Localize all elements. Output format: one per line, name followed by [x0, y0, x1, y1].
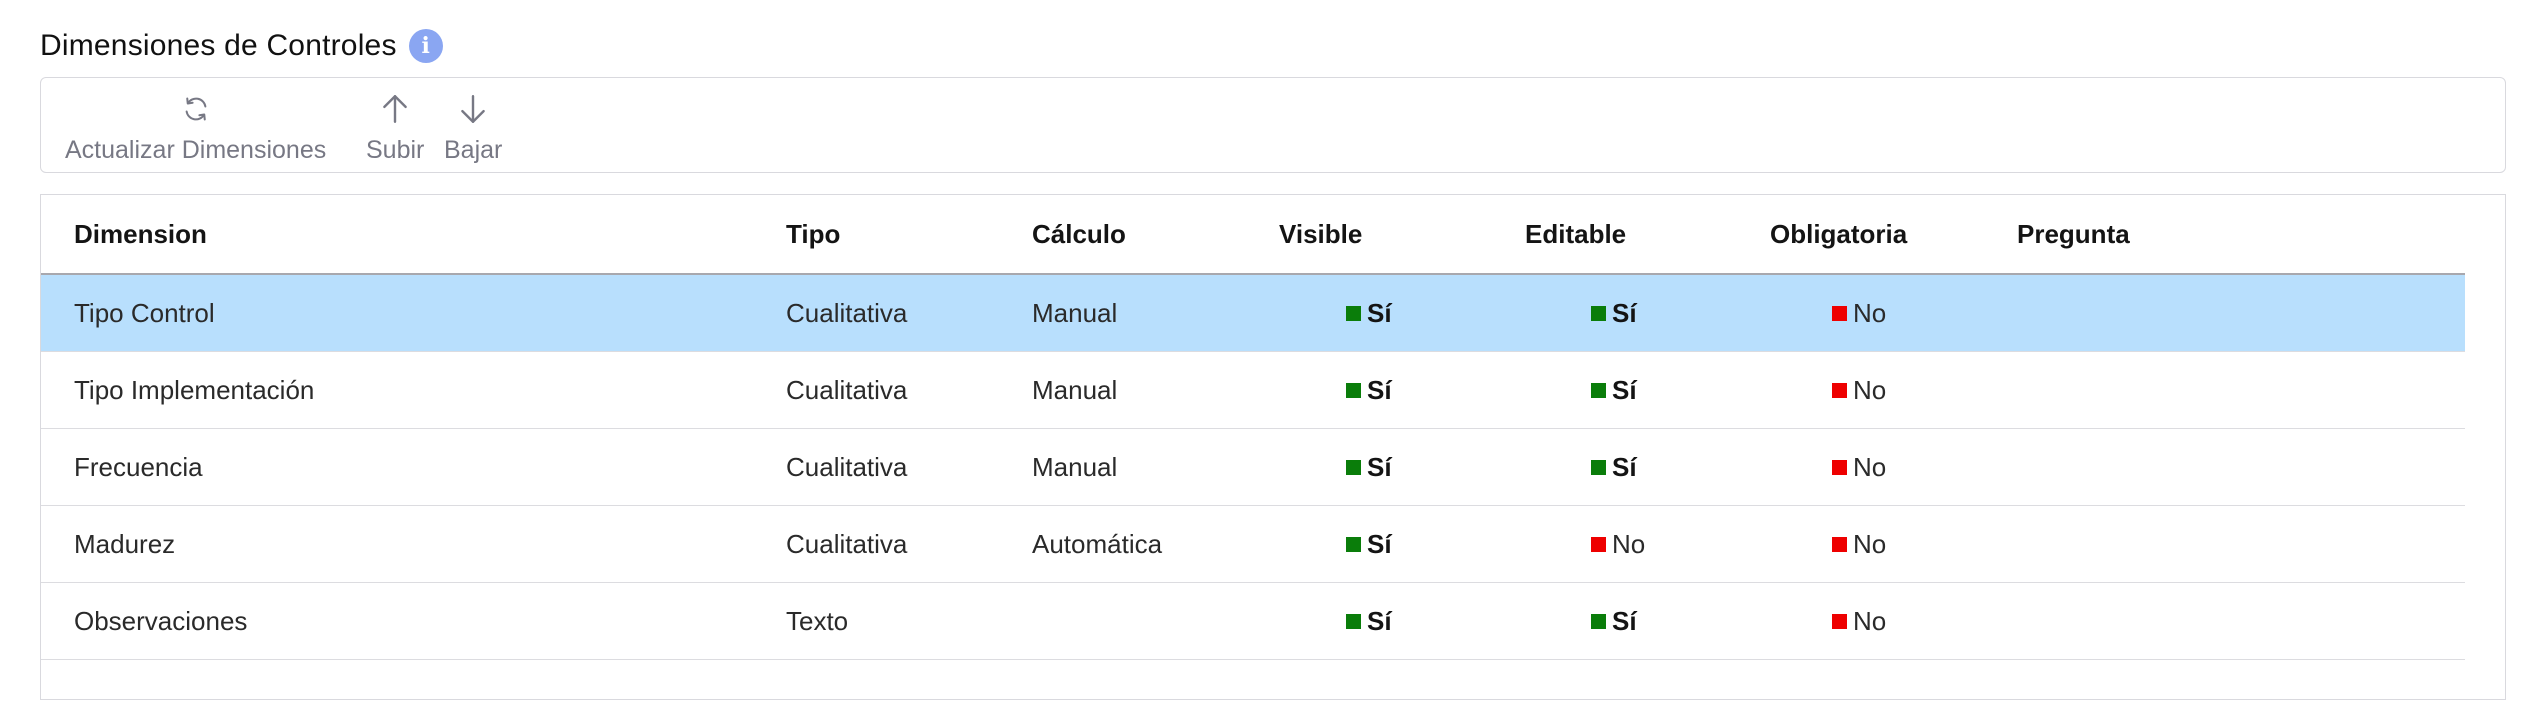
column-header-calculo[interactable]: Cálculo: [1032, 195, 1126, 273]
column-header-pregunta[interactable]: Pregunta: [2017, 195, 2130, 273]
cell-tipo: Cualitativa: [786, 375, 908, 405]
cell-editable-value: No: [1612, 529, 1646, 559]
cell-obligatoria-value: No: [1853, 452, 1887, 482]
cell-dimension: Tipo Control: [74, 298, 215, 328]
cell-tipo: Cualitativa: [786, 529, 908, 559]
column-header-obligatoria[interactable]: Obligatoria: [1770, 195, 1907, 273]
move-down-label: Bajar: [444, 136, 503, 164]
cell-editable-value: Sí: [1612, 452, 1637, 482]
cell-editable-value: Sí: [1612, 606, 1637, 636]
cell-obligatoria: No: [1832, 352, 1886, 428]
info-icon[interactable]: i: [408, 29, 443, 63]
cell-visible-value: Sí: [1367, 298, 1392, 328]
cell-calculo: Manual: [1032, 298, 1118, 328]
table-row[interactable]: Tipo Implementación Cualitativa Manual S…: [41, 352, 2465, 429]
column-header-visible[interactable]: Visible: [1279, 195, 1362, 273]
move-up-button[interactable]: Subir: [366, 84, 424, 165]
cell-dimension: Frecuencia: [74, 452, 203, 482]
table-row[interactable]: Observaciones Texto Sí Sí No: [41, 583, 2465, 660]
cell-visible: Sí: [1346, 429, 1392, 505]
cell-obligatoria-value: No: [1853, 606, 1887, 636]
toolbar: Actualizar Dimensiones Subir Bajar: [40, 77, 2506, 173]
refresh-dimensions-button[interactable]: Actualizar Dimensiones: [65, 84, 326, 165]
cell-visible-value: Sí: [1367, 375, 1392, 405]
yes-marker-icon: [1591, 459, 1606, 475]
cell-visible-value: Sí: [1367, 452, 1392, 482]
yes-marker-icon: [1591, 613, 1606, 629]
arrow-down-icon: [456, 84, 490, 134]
yes-marker-icon: [1346, 382, 1361, 398]
cell-obligatoria-value: No: [1853, 375, 1887, 405]
cell-tipo: Texto: [786, 606, 849, 636]
cell-calculo: Manual: [1032, 452, 1118, 482]
dimensions-table-body: Dimension Tipo Cálculo Visible Editable …: [41, 195, 2465, 660]
cell-obligatoria: No: [1832, 429, 1886, 505]
cell-editable: No: [1591, 506, 1645, 582]
no-marker-icon: [1832, 536, 1847, 552]
yes-marker-icon: [1591, 382, 1606, 398]
no-marker-icon: [1832, 459, 1847, 475]
table-row[interactable]: Madurez Cualitativa Automática Sí No No: [41, 506, 2465, 583]
no-marker-icon: [1591, 536, 1606, 552]
yes-marker-icon: [1591, 305, 1606, 321]
dimensions-table: Dimension Tipo Cálculo Visible Editable …: [40, 194, 2506, 700]
arrow-up-icon: [378, 84, 412, 134]
title-row: Dimensiones de Controles i: [40, 24, 443, 68]
column-header-tipo[interactable]: Tipo: [786, 195, 840, 273]
cell-dimension: Tipo Implementación: [74, 375, 315, 405]
cell-tipo: Cualitativa: [786, 298, 908, 328]
cell-visible: Sí: [1346, 583, 1392, 659]
move-up-label: Subir: [366, 136, 425, 164]
cell-editable: Sí: [1591, 583, 1637, 659]
cell-calculo: Automática: [1032, 529, 1163, 559]
no-marker-icon: [1832, 382, 1847, 398]
no-marker-icon: [1832, 613, 1847, 629]
cell-obligatoria: No: [1832, 583, 1886, 659]
table-row[interactable]: Tipo Control Cualitativa Manual Sí Sí No: [41, 275, 2465, 352]
cell-editable: Sí: [1591, 275, 1637, 351]
cell-dimension: Madurez: [74, 529, 176, 559]
table-row[interactable]: Frecuencia Cualitativa Manual Sí Sí No: [41, 429, 2465, 506]
cell-editable: Sí: [1591, 429, 1637, 505]
cell-editable-value: Sí: [1612, 298, 1637, 328]
cell-editable-value: Sí: [1612, 375, 1637, 405]
cell-visible: Sí: [1346, 506, 1392, 582]
cell-editable: Sí: [1591, 352, 1637, 428]
cell-obligatoria: No: [1832, 275, 1886, 351]
cell-obligatoria-value: No: [1853, 529, 1887, 559]
refresh-icon: [181, 84, 211, 134]
yes-marker-icon: [1346, 459, 1361, 475]
no-marker-icon: [1832, 305, 1847, 321]
page-title: Dimensiones de Controles: [40, 29, 397, 62]
table-header: Dimension Tipo Cálculo Visible Editable …: [41, 195, 2465, 275]
yes-marker-icon: [1346, 613, 1361, 629]
yes-marker-icon: [1346, 536, 1361, 552]
cell-obligatoria-value: No: [1853, 298, 1887, 328]
cell-visible-value: Sí: [1367, 606, 1392, 636]
cell-visible-value: Sí: [1367, 529, 1392, 559]
column-header-editable[interactable]: Editable: [1525, 195, 1626, 273]
cell-tipo: Cualitativa: [786, 452, 908, 482]
yes-marker-icon: [1346, 305, 1361, 321]
cell-dimension: Observaciones: [74, 606, 248, 636]
cell-visible: Sí: [1346, 275, 1392, 351]
refresh-dimensions-label: Actualizar Dimensiones: [65, 136, 327, 164]
cell-calculo: Manual: [1032, 375, 1118, 405]
column-header-dimension[interactable]: Dimension: [74, 195, 207, 273]
cell-visible: Sí: [1346, 352, 1392, 428]
move-down-button[interactable]: Bajar: [444, 84, 502, 165]
cell-obligatoria: No: [1832, 506, 1886, 582]
